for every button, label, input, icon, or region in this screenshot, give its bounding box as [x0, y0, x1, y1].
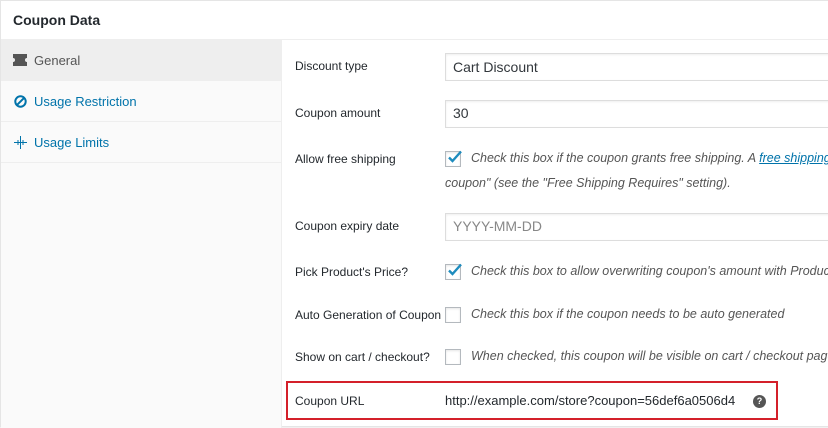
free-shipping-desc-text: Check this box if the coupon grants free…	[471, 151, 760, 165]
prohibited-icon	[13, 94, 27, 108]
tab-usage-limits-label: Usage Limits	[34, 134, 110, 150]
coupon-data-panel: Coupon Data General Usage Restriction Us…	[0, 0, 828, 428]
general-panel: Discount type Cart Discount Coupon amoun…	[283, 40, 828, 428]
free-shipping-desc-line2: coupon" (see the "Free Shipping Requires…	[445, 176, 731, 190]
tab-usage-restriction[interactable]: Usage Restriction	[1, 81, 281, 122]
discount-type-label: Discount type	[295, 59, 368, 73]
panel-title: Coupon Data	[1, 1, 828, 40]
tab-general-label: General	[34, 52, 81, 68]
tab-general[interactable]: General	[1, 40, 281, 81]
auto-generation-checkbox[interactable]	[445, 307, 461, 323]
tab-usage-restriction-label: Usage Restriction	[34, 93, 137, 109]
tab-usage-limits[interactable]: Usage Limits	[1, 122, 281, 163]
free-shipping-link[interactable]: free shipping	[759, 151, 828, 165]
free-shipping-description: Check this box if the coupon grants free…	[471, 151, 828, 165]
auto-generation-description: Check this box if the coupon needs to be…	[471, 307, 785, 321]
help-icon[interactable]: ?	[753, 395, 766, 408]
ticket-icon	[13, 53, 27, 67]
coupon-url-label: Coupon URL	[295, 394, 365, 408]
free-shipping-checkbox[interactable]	[445, 150, 462, 167]
pick-price-checkbox[interactable]	[445, 263, 462, 280]
auto-generation-label: Auto Generation of Coupon	[295, 308, 442, 322]
show-on-cart-description: When checked, this coupon will be visibl…	[471, 349, 828, 363]
expiry-date-label: Coupon expiry date	[295, 219, 400, 233]
show-on-cart-checkbox[interactable]	[445, 349, 461, 365]
discount-type-select[interactable]: Cart Discount	[445, 53, 828, 81]
crosshair-icon	[13, 135, 27, 149]
coupon-amount-label: Coupon amount	[295, 106, 381, 120]
expiry-date-input[interactable]: YYYY-MM-DD	[445, 213, 828, 241]
pick-price-label: Pick Product's Price?	[295, 265, 408, 279]
pick-price-description: Check this box to allow overwriting coup…	[471, 264, 828, 278]
checkmark-icon	[448, 263, 462, 276]
show-on-cart-label: Show on cart / checkout?	[295, 350, 430, 364]
coupon-amount-input[interactable]: 30	[445, 100, 828, 128]
checkmark-icon	[448, 150, 462, 163]
coupon-url-value[interactable]: http://example.com/store?coupon=56def6a0…	[445, 393, 735, 408]
free-shipping-label: Allow free shipping	[295, 152, 396, 166]
coupon-tabs-sidebar: General Usage Restriction Usage Limits	[1, 40, 282, 428]
